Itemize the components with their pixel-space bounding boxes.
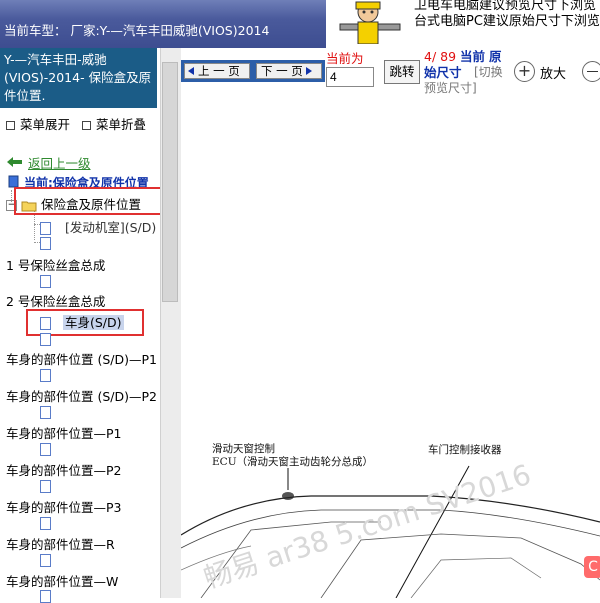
collapse-icon bbox=[82, 120, 91, 130]
tree-item-label: 车身的部件位置 (S/D)—P1 bbox=[6, 352, 156, 367]
tree-item-body-parts-p2[interactable]: 车身的部件位置—P2 bbox=[6, 460, 122, 479]
original-word: 原 bbox=[489, 49, 502, 64]
page-icon bbox=[40, 333, 51, 346]
back-link[interactable]: 返回上一级 bbox=[28, 153, 91, 172]
tree-item-page[interactable] bbox=[40, 235, 51, 250]
tree-item-page[interactable] bbox=[40, 331, 51, 346]
zoom-in-icon[interactable]: + bbox=[514, 61, 535, 82]
tree-item-body-parts-p3[interactable]: 车身的部件位置—P3 bbox=[6, 497, 122, 516]
mascot-icon bbox=[339, 1, 401, 44]
switch-size-link[interactable]: [切换 bbox=[474, 63, 503, 80]
tree-item-page[interactable] bbox=[40, 552, 51, 567]
page-icon bbox=[40, 275, 51, 288]
tree-item-page[interactable] bbox=[40, 273, 51, 288]
tree-item-page[interactable] bbox=[40, 478, 51, 493]
tree-item-body-parts-w[interactable]: 车身的部件位置—W bbox=[6, 571, 118, 590]
zoom-out-icon[interactable] bbox=[582, 61, 600, 82]
tree-item-label: 车身的部件位置—P3 bbox=[6, 500, 122, 515]
tree-item-label: 车身的部件位置—P2 bbox=[6, 463, 122, 478]
menu-toggle-row: 菜单展开 菜单折叠 bbox=[4, 114, 146, 133]
jump-button[interactable]: 跳转 bbox=[384, 60, 420, 84]
tree-item-page[interactable] bbox=[40, 515, 51, 530]
tree-item-label: 车身的部件位置—P1 bbox=[6, 426, 122, 441]
menu-expand-link[interactable]: 菜单展开 bbox=[20, 117, 70, 132]
tree-item-label: 车身的部件位置 (S/D)—P2 bbox=[6, 389, 156, 404]
page-number-input[interactable] bbox=[326, 67, 374, 87]
floating-action-icon[interactable]: C bbox=[584, 556, 600, 578]
page-icon bbox=[40, 517, 51, 530]
sidebar-title: Y-—汽车丰田-威驰(VIOS)-2014- 保险盒及原件位置. bbox=[0, 48, 157, 108]
scrollbar-thumb[interactable] bbox=[162, 62, 178, 302]
tree-item-label: 2 号保险丝盒总成 bbox=[6, 294, 106, 309]
expand-icon bbox=[6, 120, 15, 130]
tree-item-page[interactable] bbox=[40, 441, 51, 456]
tree-item-label: 车身的部件位置—W bbox=[6, 574, 119, 589]
page-icon bbox=[40, 554, 51, 567]
page-icon bbox=[40, 406, 51, 419]
tree-item-fuse-box-1[interactable]: 1 号保险丝盒总成 bbox=[6, 255, 105, 274]
page-icon bbox=[40, 369, 51, 382]
tree-item-label: 车身的部件位置—R bbox=[6, 537, 115, 552]
prev-page-label: 上 一 页 bbox=[198, 64, 240, 78]
diagram-label-door-receiver: 车门控制接收器 bbox=[428, 444, 502, 456]
tree-item-body-parts-p1[interactable]: 车身的部件位置—P1 bbox=[6, 423, 122, 442]
current-word: 当前 bbox=[460, 49, 486, 64]
back-arrow-icon bbox=[7, 157, 22, 167]
tree-item-page[interactable] bbox=[40, 367, 51, 382]
menu-collapse-link[interactable]: 菜单折叠 bbox=[96, 117, 146, 132]
tree-item-page[interactable] bbox=[40, 588, 51, 603]
page-icon bbox=[40, 237, 51, 250]
tree-item-fuse-box-2[interactable]: 2 号保险丝盒总成 bbox=[6, 291, 105, 310]
next-page-label: 下 一 页 bbox=[261, 64, 303, 78]
next-page-button[interactable]: 下 一 页 bbox=[256, 63, 322, 79]
tree-item-body-parts-sd-p2[interactable]: 车身的部件位置 (S/D)—P2 bbox=[6, 386, 156, 405]
tree-item-body-parts-sd-p1[interactable]: 车身的部件位置 (S/D)—P1 bbox=[6, 349, 156, 368]
current-car-label: 当前车型： 厂家:Y-—汽车丰田威驰(VIOS)2014 bbox=[4, 23, 270, 38]
left-arrow-icon bbox=[188, 67, 194, 75]
preview-size-link[interactable]: 预览尺寸] bbox=[424, 79, 477, 96]
page-icon bbox=[40, 480, 51, 493]
tree-item-label: [发动机室](S/D) bbox=[64, 220, 157, 235]
tree-item-label: 1 号保险丝盒总成 bbox=[6, 258, 106, 273]
highlight-box-fuse-box bbox=[14, 187, 168, 215]
current-page-label: 当前为 bbox=[326, 51, 364, 66]
right-arrow-icon bbox=[305, 67, 312, 75]
zoom-in-label[interactable]: 放大 bbox=[540, 63, 566, 82]
tree-item-page[interactable] bbox=[40, 404, 51, 419]
page-icon bbox=[40, 590, 51, 603]
page-icon bbox=[40, 222, 51, 235]
prev-page-button[interactable]: 上 一 页 bbox=[184, 63, 250, 79]
page-icon bbox=[40, 443, 51, 456]
tree-item-engine-room[interactable]: [发动机室](S/D) bbox=[40, 217, 156, 236]
promo-text-2: 台式电脑PC建议原始尺寸下浏览 bbox=[414, 14, 600, 29]
tree-item-body-parts-r[interactable]: 车身的部件位置—R bbox=[6, 534, 115, 553]
